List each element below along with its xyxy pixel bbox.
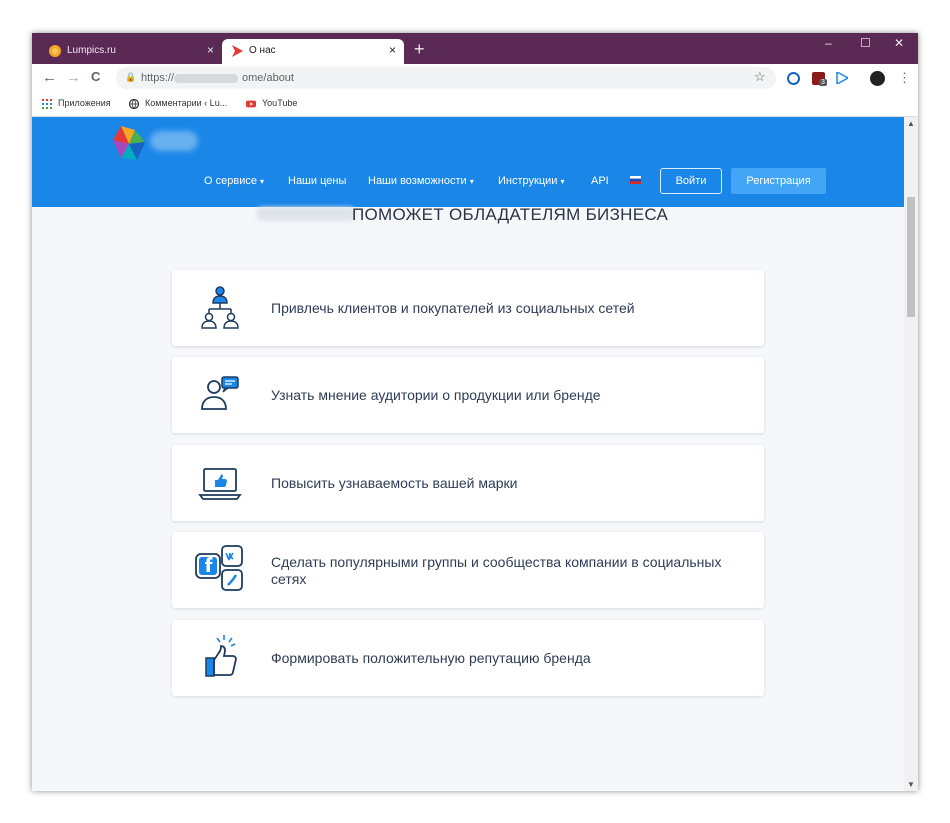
nav-features[interactable]: Наши возможности ▾	[368, 175, 474, 187]
url-path: ome/about	[242, 72, 294, 84]
bookmark-comments[interactable]: Комментарии ‹ Lu...	[129, 98, 227, 109]
nav-label: Наши возможности	[368, 175, 467, 187]
bookmark-label: Комментарии ‹ Lu...	[145, 98, 228, 108]
tab-about[interactable]: О нас ×	[222, 39, 404, 64]
site-logo-icon[interactable]	[111, 124, 149, 164]
feature-card: Привлечь клиентов и покупателей из социа…	[172, 270, 764, 346]
title-bar: Lumpics.ru × О нас × + – ☐ ✕	[32, 33, 918, 64]
feature-text: Привлечь клиентов и покупателей из социа…	[271, 300, 635, 316]
feature-text: Узнать мнение аудитории о продукции или …	[271, 387, 601, 403]
feature-card: Повысить узнаваемость вашей марки	[172, 445, 764, 521]
back-button[interactable]: ←	[42, 69, 57, 86]
play-extension-icon[interactable]	[836, 72, 848, 84]
bookmark-label: YouTube	[262, 98, 298, 108]
bookmark-apps[interactable]: Приложения	[42, 98, 111, 109]
tab-label: Lumpics.ru	[67, 45, 116, 56]
bookmarks-bar: Приложения Комментарии ‹ Lu... YouTube	[32, 93, 918, 117]
social-networks-icon	[195, 545, 243, 591]
reload-button[interactable]: C	[91, 69, 100, 84]
headline-brand-redacted	[256, 207, 356, 221]
laptop-like-icon	[198, 468, 242, 500]
apps-grid-icon	[42, 98, 52, 109]
lock-icon: 🔒	[125, 72, 137, 82]
org-chart-icon	[201, 286, 239, 329]
maximize-button[interactable]: ☐	[860, 36, 871, 50]
nav-about-service[interactable]: О сервисе ▾	[204, 175, 264, 187]
menu-dots-icon[interactable]: ⋮	[898, 70, 911, 86]
thumbs-up-icon	[205, 635, 237, 677]
tab-close-icon[interactable]: ×	[207, 43, 214, 57]
section-headline: ПОМОЖЕТ ОБЛАДАТЕЛЯМ БИЗНЕСА	[352, 205, 669, 224]
close-window-button[interactable]: ✕	[894, 36, 904, 50]
chevron-down-icon: ▾	[469, 177, 474, 186]
globe-icon	[129, 98, 139, 109]
register-button[interactable]: Регистрация	[731, 168, 826, 194]
vpn-globe-icon[interactable]	[787, 72, 800, 85]
feature-card: Сделать популярными группы и сообщества …	[172, 532, 764, 608]
feature-card: Узнать мнение аудитории о продукции или …	[172, 357, 764, 433]
url-host-redacted	[174, 74, 238, 83]
scroll-down-arrow-icon[interactable]: ▼	[907, 780, 915, 789]
nav-label: О сервисе	[204, 175, 257, 187]
tab-close-icon[interactable]: ×	[389, 43, 396, 57]
page-viewport: О сервисе ▾ Наши цены Наши возможности ▾…	[32, 117, 904, 791]
login-button[interactable]: Войти	[660, 168, 722, 194]
scrollbar-thumb[interactable]	[907, 197, 915, 317]
chevron-down-icon: ▾	[260, 177, 265, 186]
tab-lumpics[interactable]: Lumpics.ru ×	[40, 39, 222, 64]
feature-text: Повысить узнаваемость вашей марки	[271, 475, 518, 491]
lumpics-favicon-icon	[49, 45, 61, 57]
feature-card: Формировать положительную репутацию брен…	[172, 620, 764, 696]
site-header: О сервисе ▾ Наши цены Наши возможности ▾…	[32, 117, 904, 207]
extension-badge: 3	[819, 79, 827, 86]
url-scheme: https://	[141, 72, 175, 84]
bookmark-label: Приложения	[58, 98, 111, 108]
site-logo-text-redacted	[150, 131, 198, 151]
browser-window: Lumpics.ru × О нас × + – ☐ ✕ ← → C 🔒 htt…	[32, 33, 918, 791]
nav-instructions[interactable]: Инструкции ▾	[498, 175, 565, 187]
play-favicon-icon	[232, 45, 243, 57]
bookmark-star-icon[interactable]: ☆	[754, 69, 766, 85]
feature-text: Формировать положительную репутацию брен…	[271, 650, 591, 666]
profile-avatar[interactable]	[870, 71, 885, 86]
russian-flag-icon[interactable]	[630, 176, 641, 184]
tab-label: О нас	[249, 45, 276, 56]
address-bar[interactable]: 🔒 https:// ome/about	[116, 67, 776, 89]
youtube-icon	[246, 100, 256, 107]
forward-button[interactable]: →	[66, 69, 81, 86]
chevron-down-icon: ▾	[560, 177, 565, 186]
user-chat-icon	[201, 376, 239, 410]
nav-label: Инструкции	[498, 175, 558, 187]
page-scrollbar[interactable]: ▲ ▼	[904, 117, 918, 791]
feature-text: Сделать популярными группы и сообщества …	[271, 554, 722, 587]
bookmark-youtube[interactable]: YouTube	[246, 98, 297, 109]
new-tab-button[interactable]: +	[414, 39, 425, 60]
address-toolbar: ← → C 🔒 https:// ome/about ☆ 3 ⋮	[32, 64, 918, 93]
nav-prices[interactable]: Наши цены	[288, 175, 346, 187]
nav-api[interactable]: API	[591, 175, 609, 187]
scroll-up-arrow-icon[interactable]: ▲	[907, 119, 915, 128]
minimize-button[interactable]: –	[825, 36, 832, 50]
